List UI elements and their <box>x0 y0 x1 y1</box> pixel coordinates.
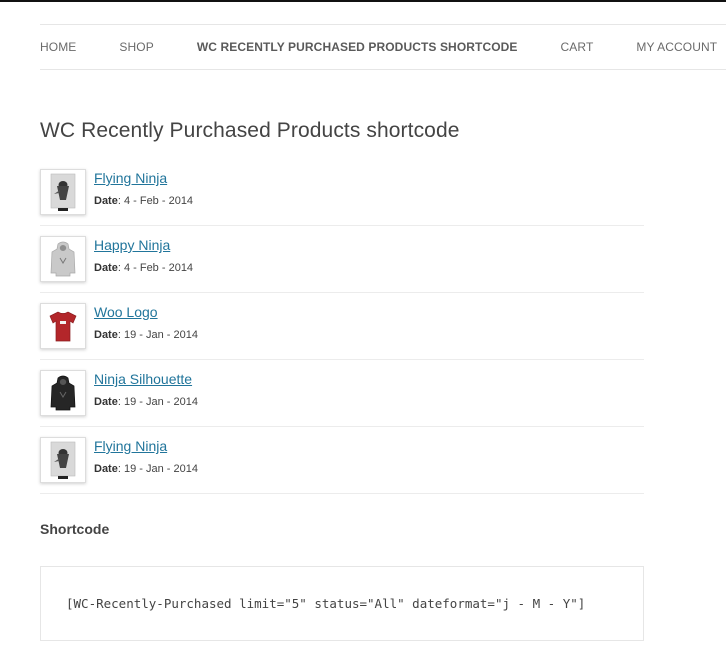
nav-item-cart[interactable]: CART <box>561 40 594 54</box>
product-date: Date: 19 - Jan - 2014 <box>94 463 198 475</box>
date-label: Date <box>94 262 118 274</box>
recently-purchased-list: Flying Ninja Date: 4 - Feb - 2014 Happy … <box>40 159 644 494</box>
product-date: Date: 4 - Feb - 2014 <box>94 262 193 274</box>
nav-item-my-account[interactable]: MY ACCOUNT <box>636 40 717 54</box>
date-label: Date <box>94 195 118 207</box>
product-date: Date: 19 - Jan - 2014 <box>94 329 198 341</box>
date-value: : 19 - Jan - 2014 <box>117 329 198 341</box>
poster-ninja-icon <box>50 173 76 211</box>
product-thumbnail[interactable] <box>40 303 86 349</box>
product-link[interactable]: Happy Ninja <box>94 237 170 253</box>
list-item: Ninja Silhouette Date: 19 - Jan - 2014 <box>40 360 644 427</box>
nav-item-wc-recently-purchased-products-shortcode[interactable]: WC RECENTLY PURCHASED PRODUCTS SHORTCODE <box>197 40 518 54</box>
product-link[interactable]: Ninja Silhouette <box>94 371 192 387</box>
product-thumbnail[interactable] <box>40 236 86 282</box>
shortcode-heading: Shortcode <box>40 521 110 537</box>
date-value: : 4 - Feb - 2014 <box>117 195 194 207</box>
product-thumbnail[interactable] <box>40 437 86 483</box>
date-label: Date <box>94 329 118 341</box>
red-tshirt-icon <box>49 311 77 342</box>
poster-ninja-icon <box>50 441 76 479</box>
page-title: WC Recently Purchased Products shortcode <box>40 119 460 142</box>
date-value: : 19 - Jan - 2014 <box>117 463 198 475</box>
list-item: Woo Logo Date: 19 - Jan - 2014 <box>40 293 644 360</box>
date-label: Date <box>94 396 118 408</box>
list-item: Happy Ninja Date: 4 - Feb - 2014 <box>40 226 644 293</box>
date-label: Date <box>94 463 118 475</box>
list-item: Flying Ninja Date: 19 - Jan - 2014 <box>40 427 644 494</box>
main-navigation: HOME SHOP WC RECENTLY PURCHASED PRODUCTS… <box>40 24 726 70</box>
shortcode-box: [WC-Recently-Purchased limit="5" status=… <box>40 566 644 641</box>
product-thumbnail[interactable] <box>40 370 86 416</box>
product-date: Date: 19 - Jan - 2014 <box>94 396 198 408</box>
top-rule <box>0 0 726 2</box>
grey-hoodie-icon <box>50 241 76 277</box>
black-hoodie-icon <box>50 375 76 411</box>
date-value: : 4 - Feb - 2014 <box>117 262 194 274</box>
nav-item-home[interactable]: HOME <box>40 40 76 54</box>
product-link[interactable]: Woo Logo <box>94 304 158 320</box>
product-date: Date: 4 - Feb - 2014 <box>94 195 193 207</box>
product-link[interactable]: Flying Ninja <box>94 170 167 186</box>
product-link[interactable]: Flying Ninja <box>94 438 167 454</box>
list-item: Flying Ninja Date: 4 - Feb - 2014 <box>40 159 644 226</box>
date-value: : 19 - Jan - 2014 <box>117 396 198 408</box>
nav-item-shop[interactable]: SHOP <box>119 40 153 54</box>
shortcode-text[interactable]: [WC-Recently-Purchased limit="5" status=… <box>41 596 585 611</box>
product-thumbnail[interactable] <box>40 169 86 215</box>
